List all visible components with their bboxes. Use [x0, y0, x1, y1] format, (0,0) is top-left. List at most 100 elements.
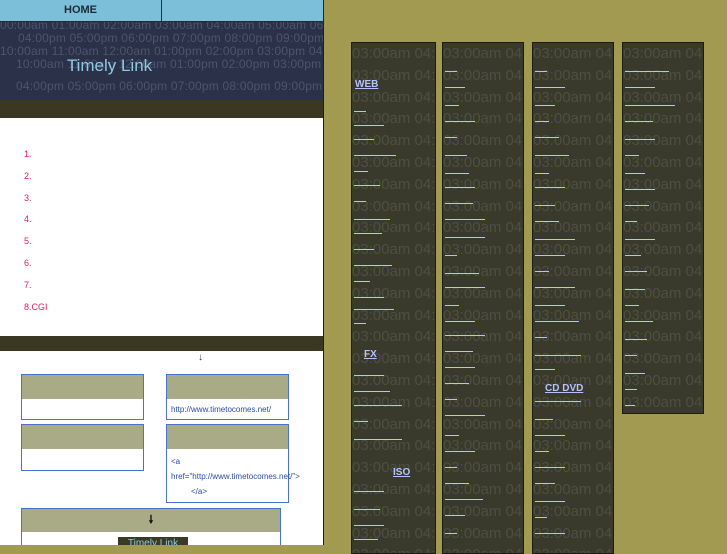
link[interactable]: [354, 171, 368, 172]
link[interactable]: [535, 187, 565, 188]
link[interactable]: [445, 137, 457, 138]
link[interactable]: [625, 289, 645, 290]
menu-item-cgi[interactable]: 8.CGI: [24, 299, 48, 321]
link[interactable]: [354, 201, 366, 202]
link[interactable]: [625, 221, 637, 222]
link[interactable]: [445, 203, 473, 204]
link[interactable]: [445, 273, 479, 274]
link[interactable]: [354, 155, 396, 156]
link[interactable]: [354, 139, 374, 140]
link[interactable]: [445, 287, 485, 288]
link[interactable]: [445, 467, 457, 468]
link[interactable]: [535, 287, 575, 288]
link[interactable]: [535, 271, 549, 272]
link[interactable]: [625, 305, 639, 306]
link[interactable]: [354, 439, 402, 440]
link[interactable]: [445, 321, 475, 322]
link[interactable]: [354, 375, 384, 376]
link[interactable]: [625, 205, 649, 206]
link[interactable]: [625, 405, 635, 406]
menu-item[interactable]: 3.: [24, 190, 48, 212]
link[interactable]: [535, 155, 569, 156]
menu-item[interactable]: 1.: [24, 146, 48, 168]
link[interactable]: [445, 87, 465, 88]
link[interactable]: [535, 483, 555, 484]
link[interactable]: [354, 323, 366, 324]
link[interactable]: [354, 491, 384, 492]
link[interactable]: [354, 539, 378, 540]
category-web[interactable]: WEB: [355, 79, 378, 90]
link[interactable]: [535, 451, 549, 452]
link[interactable]: [535, 321, 579, 322]
link[interactable]: [354, 249, 374, 250]
link[interactable]: [535, 121, 549, 122]
link[interactable]: [535, 337, 547, 338]
link[interactable]: [445, 415, 485, 416]
link[interactable]: [445, 237, 485, 238]
link[interactable]: [445, 255, 457, 256]
link[interactable]: [625, 255, 641, 256]
link[interactable]: [445, 71, 457, 72]
link[interactable]: [445, 399, 457, 400]
link[interactable]: [354, 219, 390, 220]
menu-item[interactable]: 5.: [24, 233, 48, 255]
link[interactable]: [535, 419, 553, 420]
link[interactable]: [625, 239, 655, 240]
link[interactable]: [445, 515, 465, 516]
link[interactable]: [535, 239, 575, 240]
link[interactable]: [445, 351, 473, 352]
link[interactable]: [625, 389, 637, 390]
link[interactable]: [625, 271, 647, 272]
link[interactable]: [535, 401, 581, 402]
link[interactable]: [535, 71, 547, 72]
link[interactable]: [625, 71, 669, 72]
link[interactable]: [625, 339, 647, 340]
link[interactable]: [445, 533, 457, 534]
link[interactable]: [535, 517, 547, 518]
link[interactable]: [625, 139, 655, 140]
link[interactable]: [354, 233, 382, 234]
link[interactable]: [535, 501, 565, 502]
link[interactable]: [445, 435, 459, 436]
link[interactable]: [445, 305, 459, 306]
link[interactable]: [354, 309, 394, 310]
link[interactable]: [354, 281, 370, 282]
link[interactable]: [625, 155, 639, 156]
link[interactable]: [535, 255, 565, 256]
link[interactable]: [445, 451, 475, 452]
link[interactable]: [625, 355, 637, 356]
link[interactable]: [445, 483, 469, 484]
link-code[interactable]: <a href="http://www.timetocomes.net/"> <…: [167, 449, 300, 504]
link[interactable]: [535, 221, 559, 222]
link[interactable]: [354, 391, 390, 392]
menu-item[interactable]: 4.: [24, 211, 48, 233]
menu-item[interactable]: 7.: [24, 277, 48, 299]
link[interactable]: [535, 435, 565, 436]
link[interactable]: [445, 367, 475, 368]
link[interactable]: [535, 355, 581, 356]
link[interactable]: [535, 137, 559, 138]
link[interactable]: [535, 467, 565, 468]
link[interactable]: [535, 305, 565, 306]
link[interactable]: [625, 173, 645, 174]
link[interactable]: [535, 533, 565, 534]
url-text[interactable]: http://www.timetocomes.net/: [167, 399, 288, 422]
link[interactable]: [445, 155, 467, 156]
link[interactable]: [445, 219, 485, 220]
link[interactable]: [535, 205, 555, 206]
link[interactable]: [445, 187, 475, 188]
link[interactable]: [354, 405, 402, 406]
link[interactable]: [354, 509, 380, 510]
mini-logo[interactable]: Timely Link: [118, 537, 188, 545]
menu-item[interactable]: 2.: [24, 168, 48, 190]
link[interactable]: [535, 105, 555, 106]
link[interactable]: [354, 265, 392, 266]
link[interactable]: [625, 321, 653, 322]
link[interactable]: [354, 185, 380, 186]
link[interactable]: [354, 111, 366, 112]
category-iso[interactable]: ISO: [393, 467, 410, 478]
link[interactable]: [625, 105, 675, 106]
link[interactable]: [625, 87, 655, 88]
home-link[interactable]: HOME: [0, 0, 161, 21]
link[interactable]: [354, 125, 384, 126]
